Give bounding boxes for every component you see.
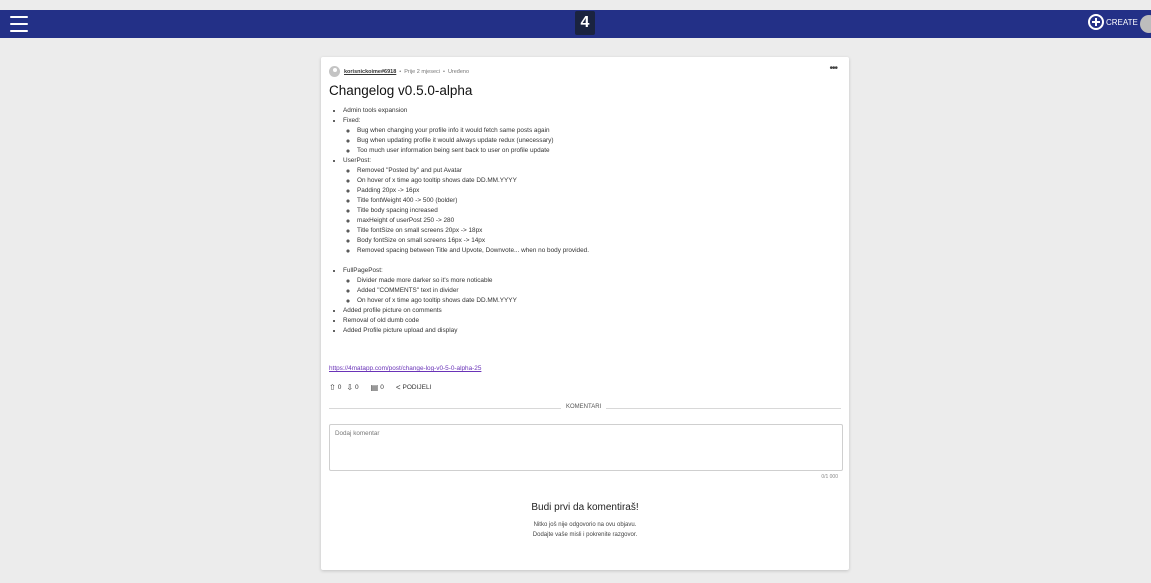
- list-item: Added Profile picture upload and display: [343, 326, 839, 336]
- comments-button[interactable]: ▤ 0: [371, 383, 384, 392]
- user-avatar[interactable]: [1140, 15, 1151, 33]
- downvote-button[interactable]: ⇩ 0: [346, 383, 358, 392]
- upvote-count: 0: [337, 384, 342, 391]
- list-item: FullPagePost: Divider made more darker s…: [343, 266, 839, 306]
- create-label: CREATE: [1106, 17, 1138, 27]
- list-item: Too much user information being sent bac…: [357, 146, 839, 156]
- author-link[interactable]: korisnickoime#6918: [344, 69, 396, 75]
- list-item: Bug when updating profile it would alway…: [357, 136, 839, 146]
- share-label: PODIJELI: [402, 384, 432, 391]
- list-item: Admin tools expansion: [343, 106, 839, 116]
- more-options-icon[interactable]: •••: [829, 63, 837, 74]
- post-time: Prije 2 mjeseci: [404, 68, 440, 75]
- share-button[interactable]: < PODIJELI: [396, 383, 432, 392]
- list-item: UserPost: Removed "Posted by" and put Av…: [343, 156, 839, 266]
- list-item: Removed "Posted by" and put Avatar: [357, 166, 839, 176]
- empty-comments-text: Nitko još nije odgovorio na ovu objavu.: [533, 522, 637, 528]
- arrow-up-icon: ⇧: [329, 383, 336, 392]
- create-button[interactable]: CREATE: [1088, 14, 1138, 30]
- post-title: Changelog v0.5.0-alpha: [329, 83, 473, 98]
- empty-comments-text: Dodajte vaše misli i pokrenite razgovor.: [532, 532, 638, 538]
- app-logo[interactable]: 4: [575, 11, 595, 35]
- post-meta: korisnickoime#6918 • Prije 2 mjeseci • U…: [329, 66, 469, 77]
- hamburger-menu-icon[interactable]: [10, 16, 28, 32]
- char-counter: 0/1 000: [821, 474, 838, 480]
- list-item: Removed spacing between Title and Upvote…: [357, 246, 839, 256]
- list-item: maxHeight of userPost 250 -> 280: [357, 216, 839, 226]
- list-item: Padding 20px -> 16px: [357, 186, 839, 196]
- add-circle-icon: [1088, 14, 1104, 30]
- comment-count: 0: [380, 384, 384, 391]
- post-card: korisnickoime#6918 • Prije 2 mjeseci • U…: [321, 57, 849, 570]
- list-item: Title fontWeight 400 -> 500 (bolder): [357, 196, 839, 206]
- post-actions: ⇧ 0 ⇩ 0 ▤ 0 < PODIJELI: [329, 383, 436, 392]
- list-item: Bug when changing your profile info it w…: [357, 126, 839, 136]
- share-icon: <: [395, 383, 401, 392]
- arrow-down-icon: ⇩: [346, 383, 354, 392]
- comments-divider-label: KOMENTARI: [561, 404, 607, 410]
- empty-comments-title: Budi prvi da komentiraš!: [531, 502, 639, 513]
- list-item: Body fontSize on small screens 16px -> 1…: [357, 236, 839, 246]
- comment-icon: ▤: [370, 383, 379, 392]
- edited-label: Uređeno: [447, 68, 470, 75]
- post-body: Admin tools expansion Fixed: Bug when ch…: [329, 106, 839, 336]
- author-avatar[interactable]: [329, 66, 340, 77]
- top-app-bar: 4 CREATE: [0, 10, 1151, 38]
- meta-separator: •: [443, 68, 445, 75]
- list-item: Fixed: Bug when changing your profile in…: [343, 116, 839, 156]
- list-item: On hover of x time ago tooltip shows dat…: [357, 176, 839, 186]
- comment-input[interactable]: Dodaj komentar: [329, 424, 843, 471]
- downvote-count: 0: [355, 384, 359, 391]
- upvote-button[interactable]: ⇧ 0: [329, 383, 341, 392]
- post-link[interactable]: https://4matapp.com/post/change-log-v0-5…: [329, 365, 481, 372]
- list-item: Divider made more darker so it's more no…: [357, 276, 839, 286]
- list-item: Added "COMMENTS" text in divider: [357, 286, 839, 296]
- list-item: Added profile picture on comments: [343, 306, 839, 316]
- list-item: On hover of x time ago tooltip shows dat…: [357, 296, 839, 306]
- list-item: Title body spacing increased: [357, 206, 839, 216]
- list-item: Title fontSize on small screens 20px -> …: [357, 226, 839, 236]
- list-item: Removal of old dumb code: [343, 316, 839, 326]
- meta-separator: •: [399, 68, 402, 75]
